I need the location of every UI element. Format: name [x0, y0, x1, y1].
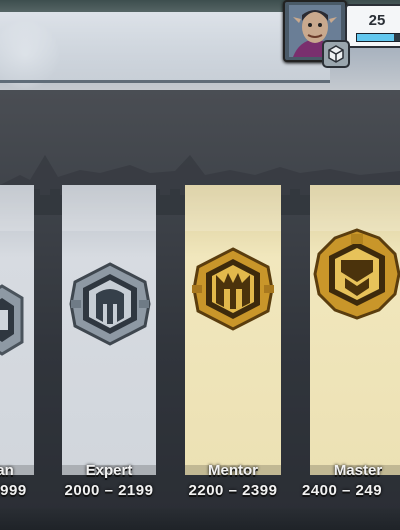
cube-settings-icon[interactable] — [322, 40, 350, 68]
xp-progress-fill — [357, 34, 395, 41]
rank-range-partial: 1999 — [0, 482, 27, 499]
rank-range-mentor: 2200 – 2399 — [188, 482, 278, 499]
level-indicator[interactable]: 25 — [345, 4, 400, 48]
gold-ornate-emblem-icon — [313, 228, 400, 320]
bottom-strip — [0, 508, 400, 530]
rank-range-expert: 2000 – 2199 — [64, 482, 154, 499]
rank-name-expert: Expert — [85, 462, 133, 479]
rank-name-partial: an — [0, 462, 14, 479]
gold-crown-emblem-icon — [192, 247, 274, 331]
xp-progress-bar — [356, 33, 400, 42]
silver-shield-emblem-icon — [0, 284, 24, 356]
rank-range-master: 2400 – 249 — [302, 482, 383, 499]
rank-name-mentor: Mentor — [208, 462, 258, 479]
player-level: 25 — [368, 12, 386, 29]
rank-name-master: Master — [333, 462, 383, 479]
silver-helmet-emblem-icon — [69, 262, 151, 346]
rank-screen: an 1999 Expert 2000 – 2199 Mentor 2200 –… — [0, 0, 400, 530]
header-banner — [0, 10, 330, 83]
